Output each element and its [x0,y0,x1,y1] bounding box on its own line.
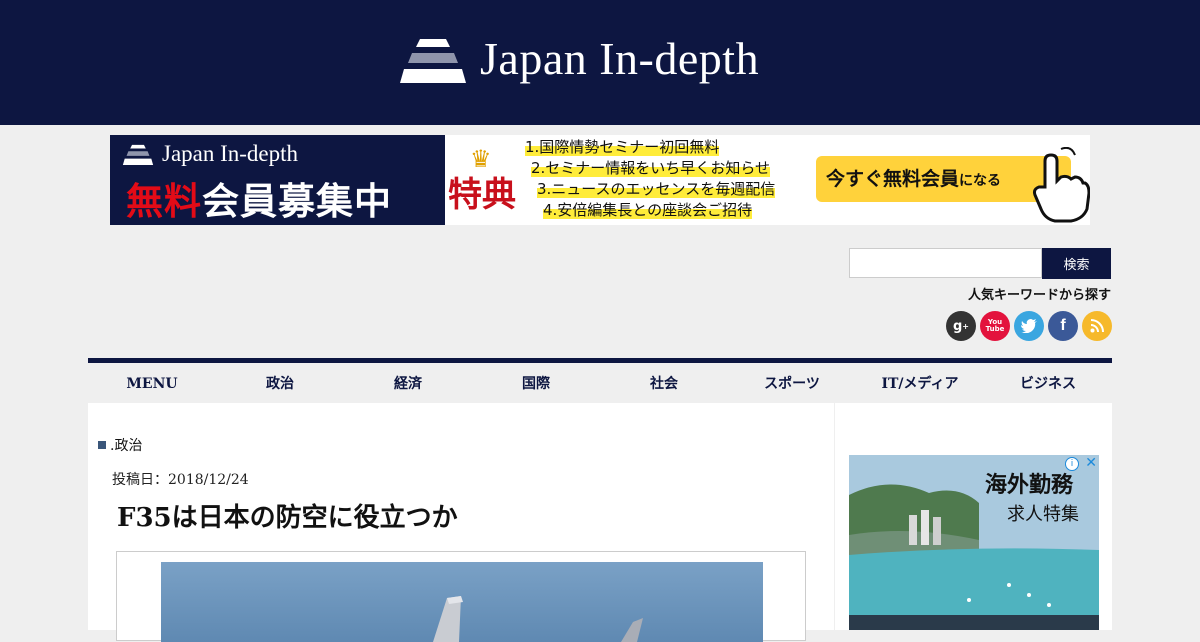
membership-banner[interactable]: Japan In-depth 無料会員募集中 ♛ 特典 1.国際情勢セミナー初回… [110,135,1090,225]
nav-it-media[interactable]: IT/メディア [856,363,984,403]
article-main: .政治 投稿日：2018/12/24 F35は日本の防空に役立つか [88,403,834,642]
category-square-icon [98,441,106,449]
banner-recruit-free: 無料 [126,179,202,223]
banner-recruit-text: 無料会員募集中 [126,171,392,225]
youtube-icon[interactable]: You Tube [980,311,1010,341]
sidebar-ad[interactable]: 海外勤務 求人特集 i ✕ [849,455,1099,630]
search-button[interactable]: 検索 [1042,248,1111,279]
ad-headline: 海外勤務 [985,472,1074,498]
article-category[interactable]: .政治 [98,435,142,455]
benefit-item: 3.ニュースのエッセンスを毎週配信 [537,180,776,198]
pointing-hand-icon [1033,147,1090,223]
benefit-item: 1.国際情勢セミナー初回無料 [525,138,720,156]
banner-left-panel: Japan In-depth 無料会員募集中 [110,135,445,225]
cta-sub-text: になる [959,173,1002,189]
tokuten-label: 特典 [448,175,516,215]
site-name: Japan In-depth [480,33,760,84]
google-plus-icon[interactable]: g + [946,311,976,341]
rss-glyph [1090,319,1104,333]
popular-keywords-link[interactable]: 人気キーワードから探す [968,284,1111,303]
cta-main-text: 今すぐ無料会員 [826,168,960,190]
nav-economy[interactable]: 経済 [344,363,472,403]
jet-silhouette-icon [433,596,643,642]
category-label: .政治 [110,438,143,454]
search-form: 検索 [849,248,1111,279]
ad-subheadline: 求人特集 [1007,504,1079,525]
article-title: F35は日本の防空に役立つか [117,503,458,533]
post-date: 投稿日：2018/12/24 [112,472,249,488]
banner-recruit-wanted: 募集中 [278,179,392,223]
banner-brand: Japan In-depth [120,141,298,167]
ad-info-icon[interactable]: i [1065,457,1079,471]
site-logo[interactable]: Japan In-depth [398,32,759,85]
benefit-item: 2.セミナー情報をいち早くお知らせ [531,159,771,177]
tokuten-badge: ♛ 特典 [448,145,526,223]
nav-menu[interactable]: MENU [88,363,216,403]
sidebar: 海外勤務 求人特集 i ✕ [835,403,1112,630]
nav-business[interactable]: ビジネス [984,363,1112,403]
nav-international[interactable]: 国際 [472,363,600,403]
banner-recruit-member: 会員 [202,179,278,223]
article-hero-image [161,562,763,642]
facebook-icon[interactable]: f [1048,311,1078,341]
ad-close-icon[interactable]: ✕ [1085,455,1097,471]
nav-society[interactable]: 社会 [600,363,728,403]
main-nav: MENU 政治 経済 国際 社会 スポーツ IT/メディア ビジネス [88,358,1112,403]
twitter-bird-glyph [1021,319,1037,333]
banner-logo-icon [122,144,154,165]
rss-icon[interactable] [1082,311,1112,341]
nav-politics[interactable]: 政治 [216,363,344,403]
site-header: Japan In-depth [0,0,1200,125]
nav-sports[interactable]: スポーツ [728,363,856,403]
logo-mark-icon [400,38,466,83]
search-input[interactable] [849,248,1042,278]
banner-brand-text: Japan In-depth [162,141,299,166]
twitter-icon[interactable] [1014,311,1044,341]
benefits-list: 1.国際情勢セミナー初回無料 2.セミナー情報をいち早くお知らせ 3.ニュースの… [525,137,776,221]
article-hero-frame [116,551,806,642]
benefit-item: 4.安倍編集長との座談会ご招待 [543,201,753,219]
social-links: g + You Tube f [946,311,1112,341]
